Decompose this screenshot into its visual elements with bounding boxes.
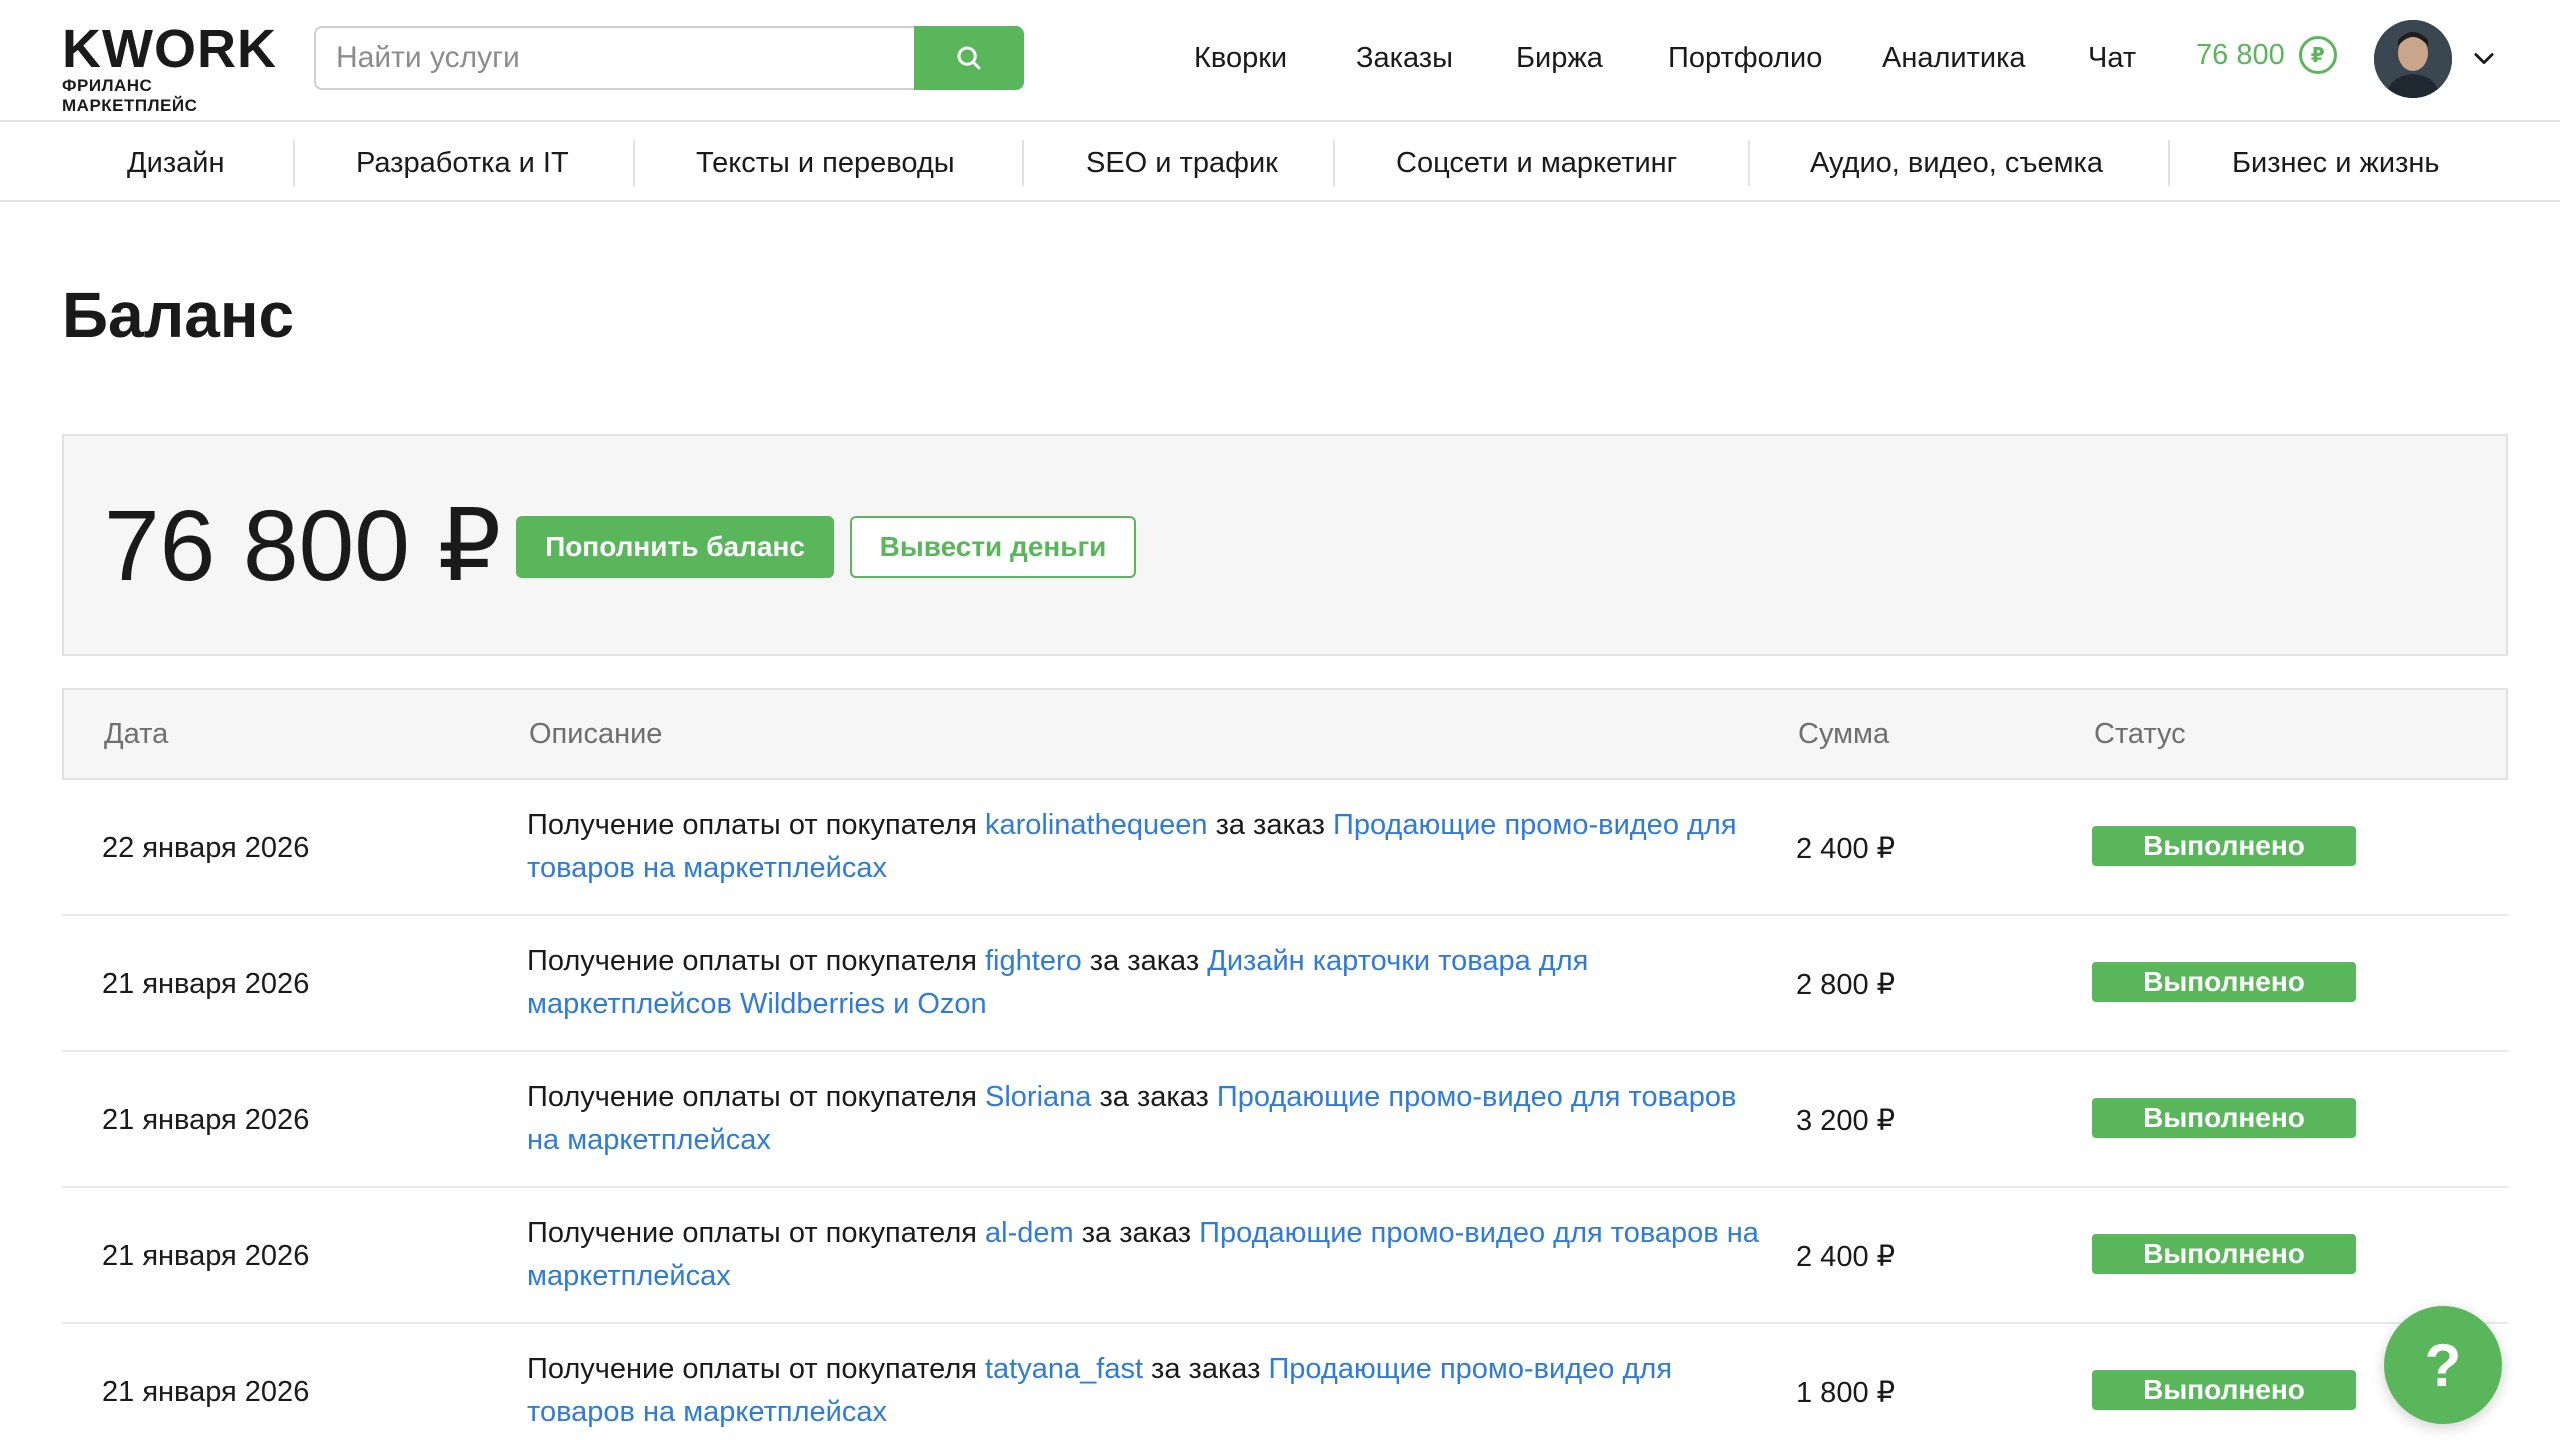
question-mark-icon: ?	[2424, 1331, 2462, 1399]
category-social[interactable]: Соцсети и маркетинг	[1396, 124, 1677, 202]
topup-balance-button[interactable]: Пополнить баланс	[516, 516, 834, 578]
row-date: 21 января 2026	[102, 1103, 310, 1136]
row-description: Получение оплаты от покупателя karolinat…	[527, 804, 1772, 890]
category-business[interactable]: Бизнес и жизнь	[2232, 124, 2440, 202]
row-sum: 3 200 ₽	[1796, 1104, 1896, 1137]
page-title: Баланс	[62, 279, 295, 351]
category-divider	[1333, 140, 1335, 186]
search-bar	[314, 26, 1024, 90]
row-description: Получение оплаты от покупателя tatyana_f…	[527, 1348, 1772, 1434]
help-button[interactable]: ?	[2384, 1306, 2502, 1424]
header-balance-amount: 76 800	[2196, 38, 2285, 71]
buyer-link[interactable]: karolinathequeen	[985, 809, 1208, 841]
column-header-description: Описание	[529, 718, 663, 750]
category-development[interactable]: Разработка и IT	[356, 124, 569, 202]
category-divider	[1748, 140, 1750, 186]
column-header-date: Дата	[104, 718, 169, 750]
top-header: KWORK ФРИЛАНС МАРКЕТПЛЕЙС Кворки Заказы …	[0, 0, 2560, 122]
row-sum: 2 400 ₽	[1796, 1240, 1896, 1273]
balance-panel: 76 800 ₽ Пополнить баланс Вывести деньги	[62, 434, 2508, 656]
withdraw-money-button[interactable]: Вывести деньги	[850, 516, 1136, 578]
balance-amount: 76 800 ₽	[104, 490, 502, 602]
description-prefix: Получение оплаты от покупателя	[527, 1081, 985, 1113]
row-description: Получение оплаты от покупателя Sloriana …	[527, 1076, 1772, 1162]
description-mid: за заказ	[1081, 945, 1208, 977]
chevron-down-icon[interactable]	[2470, 44, 2498, 72]
category-seo[interactable]: SEO и трафик	[1086, 124, 1278, 202]
row-description: Получение оплаты от покупателя fightero …	[527, 940, 1772, 1026]
row-sum: 1 800 ₽	[1796, 1376, 1896, 1409]
status-badge: Выполнено	[2092, 1098, 2356, 1138]
status-badge: Выполнено	[2092, 826, 2356, 866]
row-date: 21 января 2026	[102, 1375, 310, 1408]
search-icon	[957, 46, 981, 70]
table-row: 21 января 2026 Получение оплаты от покуп…	[62, 916, 2508, 1052]
buyer-link[interactable]: al-dem	[985, 1217, 1074, 1249]
table-header: Дата Описание Сумма Статус	[62, 688, 2508, 780]
category-bar: Дизайн Разработка и IT Тексты и переводы…	[0, 124, 2560, 202]
status-badge: Выполнено	[2092, 1370, 2356, 1410]
description-mid: за заказ	[1207, 809, 1333, 841]
column-header-status: Статус	[2094, 718, 2186, 750]
search-button[interactable]	[914, 26, 1024, 90]
column-header-sum: Сумма	[1798, 718, 1890, 750]
logo-subtitle: ФРИЛАНС МАРКЕТПЛЕЙС	[62, 76, 198, 115]
ruble-symbol: ₽	[2310, 44, 2325, 67]
table-row: 22 января 2026 Получение оплаты от покуп…	[62, 780, 2508, 916]
description-prefix: Получение оплаты от покупателя	[527, 1217, 985, 1249]
row-date: 21 января 2026	[102, 967, 310, 1000]
user-photo-icon	[2374, 20, 2452, 98]
ruble-icon: ₽	[2298, 36, 2337, 74]
description-mid: за заказ	[1073, 1217, 1200, 1249]
nav-kworks[interactable]: Кворки	[1194, 42, 1287, 75]
row-date: 21 января 2026	[102, 1239, 310, 1272]
description-prefix: Получение оплаты от покупателя	[527, 809, 985, 841]
nav-portfolio[interactable]: Портфолио	[1668, 42, 1822, 75]
status-badge: Выполнено	[2092, 962, 2356, 1002]
status-badge: Выполнено	[2092, 1234, 2356, 1274]
category-audio-video[interactable]: Аудио, видео, съемка	[1810, 124, 2103, 202]
nav-chat[interactable]: Чат	[2088, 42, 2136, 75]
category-divider	[293, 140, 295, 186]
description-mid: за заказ	[1143, 1353, 1269, 1385]
category-design[interactable]: Дизайн	[127, 124, 224, 202]
description-prefix: Получение оплаты от покупателя	[527, 1353, 985, 1385]
avatar[interactable]	[2374, 20, 2452, 98]
header-balance[interactable]: 76 800 ₽	[2196, 36, 2337, 74]
description-prefix: Получение оплаты от покупателя	[527, 945, 985, 977]
table-row: 21 января 2026 Получение оплаты от покуп…	[62, 1324, 2508, 1440]
row-sum: 2 400 ₽	[1796, 832, 1896, 865]
nav-orders[interactable]: Заказы	[1356, 42, 1453, 75]
logo-text: KWORK	[62, 19, 277, 79]
buyer-link[interactable]: Sloriana	[985, 1081, 1091, 1113]
category-texts[interactable]: Тексты и переводы	[696, 124, 955, 202]
category-divider	[2168, 140, 2170, 186]
description-mid: за заказ	[1091, 1081, 1217, 1113]
buyer-link[interactable]: fightero	[985, 945, 1082, 977]
table-row: 21 января 2026 Получение оплаты от покуп…	[62, 1052, 2508, 1188]
transactions-table: Дата Описание Сумма Статус 22 января 202…	[62, 688, 2508, 1440]
search-input[interactable]	[314, 26, 914, 90]
row-description: Получение оплаты от покупателя al-dem за…	[527, 1212, 1772, 1298]
nav-analytics[interactable]: Аналитика	[1882, 42, 2026, 75]
category-divider	[633, 140, 635, 186]
row-date: 22 января 2026	[102, 831, 310, 864]
category-divider	[1022, 140, 1024, 186]
nav-exchange[interactable]: Биржа	[1516, 42, 1603, 75]
row-sum: 2 800 ₽	[1796, 968, 1896, 1001]
buyer-link[interactable]: tatyana_fast	[985, 1353, 1143, 1385]
table-row: 21 января 2026 Получение оплаты от покуп…	[62, 1188, 2508, 1324]
kwork-logo[interactable]: KWORK ФРИЛАНС МАРКЕТПЛЕЙС	[62, 19, 284, 115]
